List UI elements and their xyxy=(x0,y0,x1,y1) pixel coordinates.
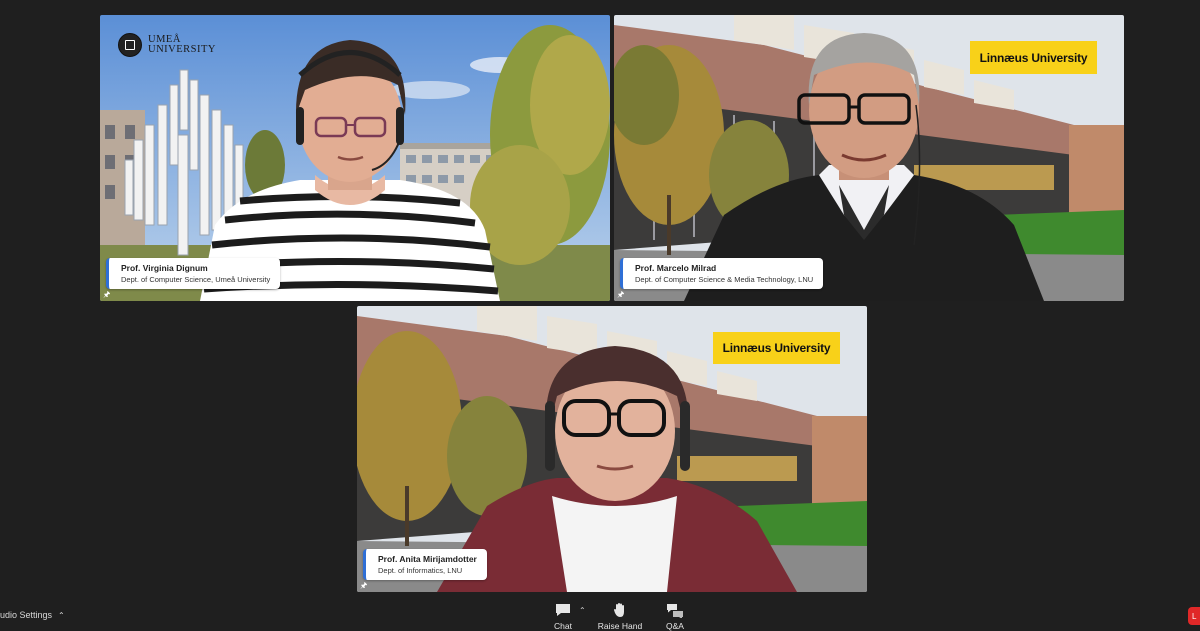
participant-nametag: Prof. Marcelo Milrad Dept. of Computer S… xyxy=(620,258,824,289)
raise-hand-button[interactable]: Raise Hand xyxy=(590,602,650,631)
participant-name: Prof. Virginia Dignum xyxy=(121,263,208,273)
audio-settings-button[interactable]: udio Settings ⌃ xyxy=(0,610,65,620)
participant-name: Prof. Marcelo Milrad xyxy=(635,263,717,273)
linnaeus-university-logo: Linnæus University xyxy=(713,332,840,364)
pin-icon[interactable]: 🖈 xyxy=(103,291,110,299)
qa-button[interactable]: Q&A xyxy=(645,602,705,631)
participant-name: Prof. Anita Mirijamdotter xyxy=(378,554,477,564)
video-tile-virginia-dignum[interactable]: UMEÅ UNIVERSITY Prof. Virginia Dignum De… xyxy=(100,15,610,301)
participant-department: Dept. of Computer Science & Media Techno… xyxy=(635,275,814,284)
umea-seal-icon xyxy=(118,33,142,57)
umea-university-logo: UMEÅ UNIVERSITY xyxy=(118,33,216,57)
audio-settings-label: udio Settings xyxy=(0,610,53,620)
brand-line-2: UNIVERSITY xyxy=(148,44,216,55)
participant-nametag: Prof. Anita Mirijamdotter Dept. of Infor… xyxy=(363,549,487,580)
leave-label: L xyxy=(1192,611,1197,621)
participant-department: Dept. of Informatics, LNU xyxy=(378,566,463,575)
pin-icon[interactable]: 🖈 xyxy=(360,582,367,590)
participant-department: Dept. of Computer Science, Umeå Universi… xyxy=(121,275,271,284)
leave-button[interactable]: L xyxy=(1188,607,1200,625)
video-tile-marcelo-milrad[interactable]: Linnæus University Prof. Marcelo Milrad … xyxy=(614,15,1124,301)
linnaeus-university-logo: Linnæus University xyxy=(970,41,1097,74)
raise-hand-icon xyxy=(613,602,627,618)
chat-icon xyxy=(555,602,571,618)
pin-icon[interactable]: 🖈 xyxy=(617,291,624,299)
caret-up-icon[interactable]: ⌃ xyxy=(58,611,65,620)
caret-up-icon[interactable]: ⌃ xyxy=(579,606,586,615)
participant-nametag: Prof. Virginia Dignum Dept. of Computer … xyxy=(106,258,281,289)
qa-icon xyxy=(666,602,684,618)
video-tile-anita-mirijamdotter[interactable]: Linnæus University Prof. Anita Mirijamdo… xyxy=(357,306,867,592)
